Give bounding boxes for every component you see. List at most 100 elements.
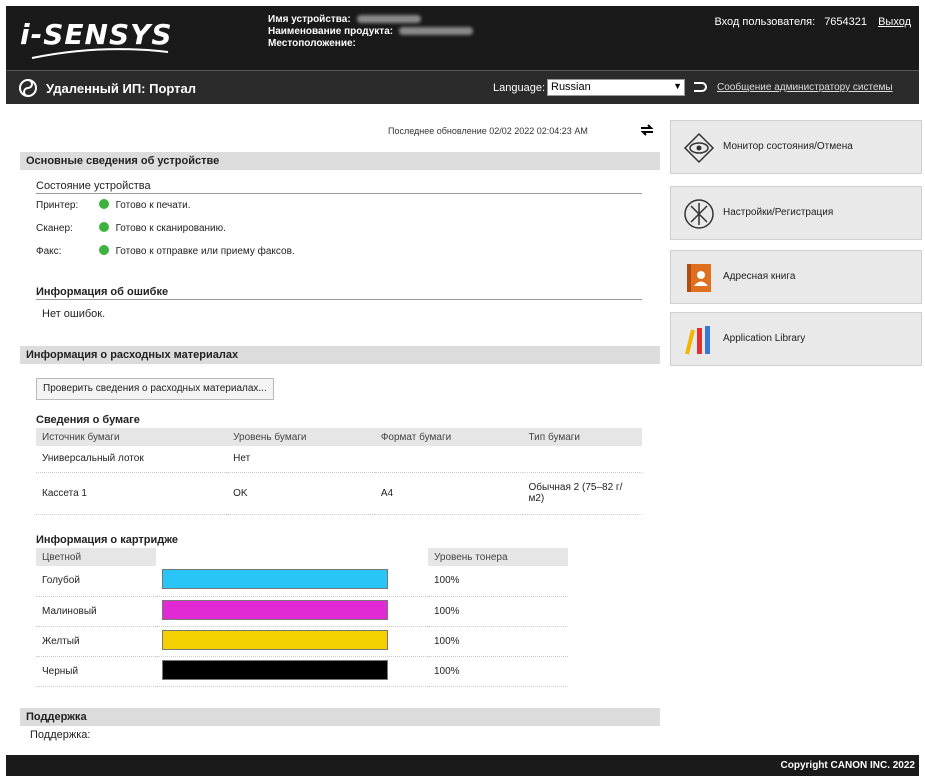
toner-bar xyxy=(162,569,388,590)
toner-bar xyxy=(162,599,388,620)
status-ok-icon xyxy=(98,199,109,209)
status-ok-icon xyxy=(98,245,109,255)
footer: Copyright CANON INC. 2022 xyxy=(6,755,919,776)
table-cell xyxy=(522,446,642,473)
menu-label: Монитор состояния/Отмена xyxy=(723,141,853,152)
cartridge-table: Цветной Уровень тонера Голубой 100% Мали… xyxy=(36,548,568,687)
status-row-fax: Факс: Готово к отправке или приему факсо… xyxy=(36,245,295,257)
device-name-label: Имя устройства: xyxy=(268,14,351,25)
toner-level: 100% xyxy=(428,596,568,627)
column-header: Уровень тонера xyxy=(428,548,568,566)
column-header: Уровень бумаги xyxy=(227,428,375,446)
cartridge-name: Голубой xyxy=(36,566,156,597)
table-row: Черный 100% xyxy=(36,656,568,687)
last-updated: Последнее обновление 02/02 2022 02:04:23… xyxy=(388,126,588,136)
toner-bar-cell xyxy=(156,566,428,597)
menu-status-monitor[interactable]: Монитор состояния/Отмена xyxy=(670,120,922,174)
status-label: Принтер: xyxy=(36,200,79,211)
table-cell: Нет xyxy=(227,446,375,473)
toner-level: 100% xyxy=(428,656,568,687)
device-labels: Имя устройства: Наименование продукта: М… xyxy=(268,14,474,50)
status-text: Готово к отправке или приему факсов. xyxy=(115,246,295,257)
table-row: Желтый 100% xyxy=(36,626,568,657)
status-row-scanner: Сканер: Готово к сканированию. xyxy=(36,222,226,234)
toner-bar xyxy=(162,659,388,680)
toner-bar-cell xyxy=(156,626,428,657)
header: i-SENSYS Имя устройства: Наименование пр… xyxy=(6,6,919,70)
refresh-icon[interactable] xyxy=(639,122,655,138)
language-select[interactable]: Russian ▼ xyxy=(547,79,685,96)
table-cell: Обычная 2 (75–82 г/м2) xyxy=(522,472,642,515)
table-row: Голубой 100% xyxy=(36,566,568,597)
language-label: Language: xyxy=(493,82,545,94)
column-header xyxy=(156,548,428,566)
copyright: Copyright CANON INC. 2022 xyxy=(780,760,915,771)
table-cell: Кассета 1 xyxy=(36,472,228,515)
cartridge-info-heading: Информация о картридже xyxy=(36,534,179,546)
address-book-icon xyxy=(687,264,711,292)
consumables-heading: Информация о расходных материалах xyxy=(20,346,660,364)
column-header: Тип бумаги xyxy=(522,428,642,446)
paper-table-header: Источник бумаги Уровень бумаги Формат бу… xyxy=(36,428,642,446)
support-heading: Поддержка xyxy=(20,708,660,726)
admin-message-link[interactable]: Сообщение администратору системы xyxy=(717,82,893,93)
toner-bar xyxy=(162,629,388,650)
cartridge-name: Малиновый xyxy=(36,596,156,627)
return-icon[interactable] xyxy=(691,79,707,95)
cartridge-table-header: Цветной Уровень тонера xyxy=(36,548,568,566)
menu-application-library[interactable]: Application Library xyxy=(670,312,922,366)
table-cell: Универсальный лоток xyxy=(36,446,228,473)
eye-monitor-icon xyxy=(683,132,715,164)
portal-icon xyxy=(19,79,37,97)
toner-level: 100% xyxy=(428,566,568,597)
menu-label: Адресная книга xyxy=(723,271,796,282)
table-cell: OK xyxy=(227,472,375,515)
login-user: 7654321 xyxy=(824,16,868,28)
error-info-heading: Информация об ошибке xyxy=(36,286,642,300)
paper-info-heading: Сведения о бумаге xyxy=(36,414,140,426)
toner-bar-cell xyxy=(156,656,428,687)
menu-label: Настройки/Регистрация xyxy=(723,207,834,218)
language-value: Russian xyxy=(551,81,591,93)
portal-title: Удаленный ИП: Портал xyxy=(46,81,197,96)
check-consumables-button[interactable]: Проверить сведения о расходных материала… xyxy=(36,378,274,400)
toner-bar-cell xyxy=(156,596,428,627)
table-cell xyxy=(374,446,523,473)
product-name-label: Наименование продукта: xyxy=(268,26,394,37)
status-ok-icon xyxy=(98,222,109,232)
location-label: Местоположение: xyxy=(268,38,356,49)
column-header: Цветной xyxy=(36,548,156,566)
settings-icon xyxy=(684,199,714,229)
cartridge-name: Желтый xyxy=(36,626,156,657)
device-info-heading: Основные сведения об устройстве xyxy=(20,152,660,170)
column-header: Формат бумаги xyxy=(374,428,523,446)
toner-level: 100% xyxy=(428,626,568,657)
table-cell: A4 xyxy=(374,472,523,515)
paper-table: Источник бумаги Уровень бумаги Формат бу… xyxy=(36,428,642,515)
status-text: Готово к сканированию. xyxy=(115,223,226,234)
login-label: Вход пользователя: xyxy=(714,16,816,28)
device-status-heading: Состояние устройства xyxy=(36,180,642,194)
status-row-printer: Принтер: Готово к печати. xyxy=(36,199,191,211)
portal-bar: Удаленный ИП: Портал Language: Russian ▼… xyxy=(6,70,919,104)
table-row: Малиновый 100% xyxy=(36,596,568,627)
device-name-redacted xyxy=(356,15,421,24)
login-info: Вход пользователя: 7654321 Выход xyxy=(714,16,911,28)
cartridge-name: Черный xyxy=(36,656,156,687)
status-label: Сканер: xyxy=(36,223,73,234)
support-label: Поддержка: xyxy=(30,729,91,741)
table-row: Кассета 1 OK A4 Обычная 2 (75–82 г/м2) xyxy=(36,472,642,515)
menu-settings[interactable]: Настройки/Регистрация xyxy=(670,186,922,240)
menu-label: Application Library xyxy=(723,333,806,344)
logo-swoosh xyxy=(31,48,169,59)
chevron-down-icon: ▼ xyxy=(673,81,682,91)
error-text: Нет ошибок. xyxy=(42,308,106,320)
status-text: Готово к печати. xyxy=(115,200,191,211)
column-header: Источник бумаги xyxy=(36,428,228,446)
status-label: Факс: xyxy=(36,246,62,257)
app-library-icon xyxy=(685,326,710,355)
logout-link[interactable]: Выход xyxy=(878,16,911,28)
product-name-redacted xyxy=(399,27,474,36)
menu-address-book[interactable]: Адресная книга xyxy=(670,250,922,304)
table-row: Универсальный лоток Нет xyxy=(36,446,642,473)
